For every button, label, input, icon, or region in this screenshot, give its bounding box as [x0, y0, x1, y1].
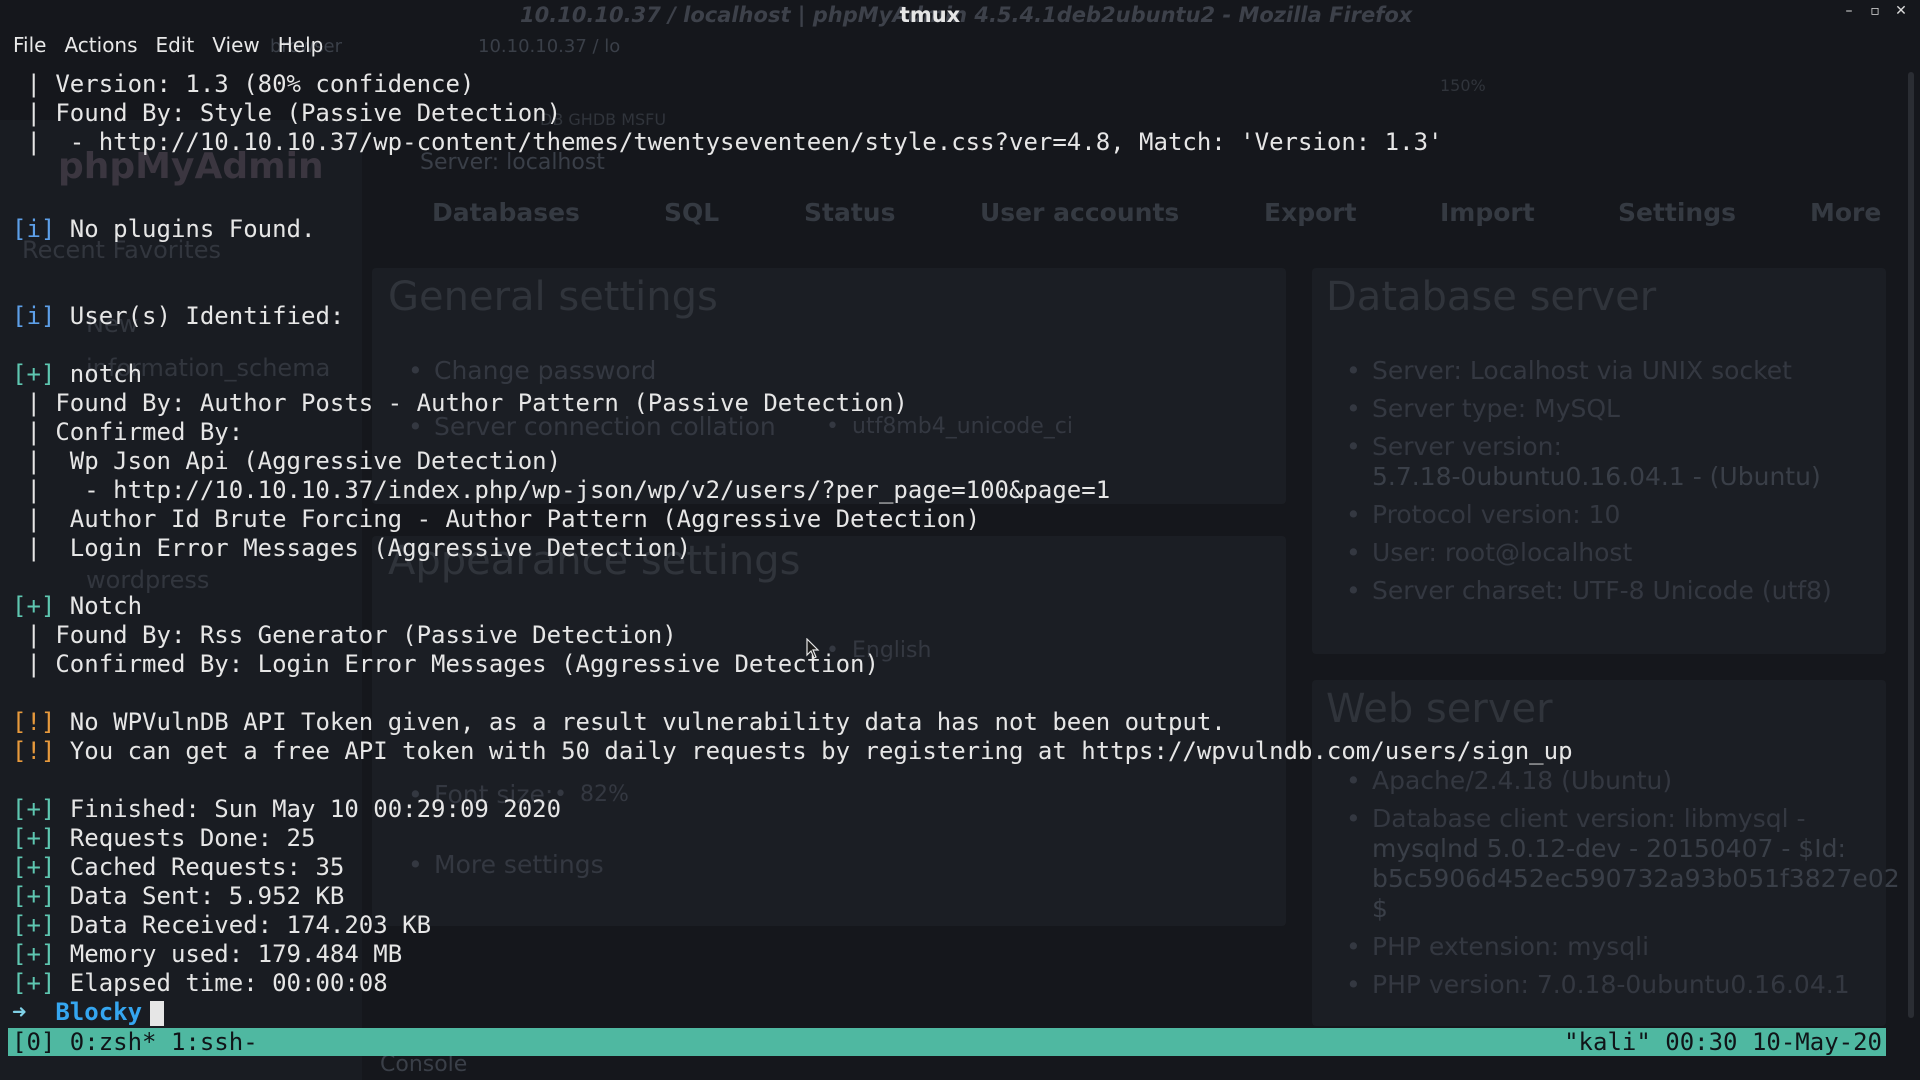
prompt-directory: Blocky	[55, 998, 143, 1026]
maximize-icon[interactable]: ▫	[1868, 4, 1882, 18]
terminal-line: | Login Error Messages (Aggressive Detec…	[12, 534, 1892, 563]
tmux-status-bar: [0] 0:zsh* 1:ssh- "kali" 00:30 10-May-20	[8, 1028, 1886, 1056]
line-text: Notch	[55, 592, 143, 620]
menu-view[interactable]: View	[203, 32, 268, 58]
prompt-arrow-icon: ➜	[12, 998, 27, 1026]
line-prefix: [i]	[12, 215, 56, 243]
mouse-pointer-icon	[806, 638, 820, 659]
text-cursor	[150, 1000, 165, 1026]
line-text: Cached Requests: 35	[55, 853, 345, 881]
terminal-line: [!] You can get a free API token with 50…	[12, 737, 1892, 766]
menu-edit[interactable]: Edit	[147, 32, 204, 58]
terminal-line: [+] Notch	[12, 592, 1892, 621]
terminal-line: | - http://10.10.10.37/index.php/wp-json…	[12, 476, 1892, 505]
tmux-window-list[interactable]: [0] 0:zsh* 1:ssh-	[12, 1028, 258, 1056]
terminal-line: [+] Finished: Sun May 10 00:29:09 2020	[12, 795, 1892, 824]
line-text: No WPVulnDB API Token given, as a result…	[55, 708, 1226, 736]
line-prefix: [+]	[12, 824, 56, 852]
line-text: | Version: 1.3 (80% confidence)	[12, 70, 475, 98]
terminal-line: | Wp Json Api (Aggressive Detection)	[12, 447, 1892, 476]
terminal-line: [+] Elapsed time: 00:00:08	[12, 969, 1892, 998]
terminal-line: [+] Cached Requests: 35	[12, 853, 1892, 882]
terminal-line: | Confirmed By:	[12, 418, 1892, 447]
line-text: No plugins Found.	[55, 215, 316, 243]
line-text: notch	[55, 360, 143, 388]
terminal-line: | Found By: Style (Passive Detection)	[12, 99, 1892, 128]
line-text: Requests Done: 25	[55, 824, 316, 852]
bg-tab-2: 10.10.10.37 / lo	[478, 36, 621, 57]
tmux-status-right: "kali" 00:30 10-May-20	[1564, 1028, 1882, 1056]
terminal-line: | Version: 1.3 (80% confidence)	[12, 70, 1892, 99]
line-text: You can get a free API token with 50 dai…	[55, 737, 1573, 765]
line-prefix: [+]	[12, 795, 56, 823]
terminal-line: [!] No WPVulnDB API Token given, as a re…	[12, 708, 1892, 737]
close-icon[interactable]: ✕	[1894, 4, 1908, 18]
terminal-line: [+] Data Received: 174.203 KB	[12, 911, 1892, 940]
window-controls: – ▫ ✕	[1842, 4, 1908, 18]
line-text: | Login Error Messages (Aggressive Detec…	[12, 534, 692, 562]
shell-prompt[interactable]: ➜ Blocky	[12, 998, 1892, 1027]
line-text: Elapsed time: 00:00:08	[55, 969, 388, 997]
terminal-line: | Found By: Rss Generator (Passive Detec…	[12, 621, 1892, 650]
line-text: | Author Id Brute Forcing - Author Patte…	[12, 505, 981, 533]
line-text: Memory used: 179.484 MB	[55, 940, 403, 968]
line-text: Data Sent: 5.952 KB	[55, 882, 345, 910]
terminal-output[interactable]: | Version: 1.3 (80% confidence) | Found …	[12, 70, 1892, 1030]
line-prefix: [!]	[12, 737, 56, 765]
line-text: | Wp Json Api (Aggressive Detection)	[12, 447, 562, 475]
line-text: Finished: Sun May 10 00:29:09 2020	[55, 795, 562, 823]
window-title: tmux	[899, 3, 961, 27]
terminal-line: [+] notch	[12, 360, 1892, 389]
terminal-line: [+] Requests Done: 25	[12, 824, 1892, 853]
line-prefix: [+]	[12, 853, 56, 881]
terminal-line: | Confirmed By: Login Error Messages (Ag…	[12, 650, 1892, 679]
menu-help[interactable]: Help	[269, 32, 333, 58]
line-text: Data Received: 174.203 KB	[55, 911, 432, 939]
line-text: | - http://10.10.10.37/index.php/wp-json…	[12, 476, 1111, 504]
line-prefix: [+]	[12, 969, 56, 997]
line-text: | Found By: Rss Generator (Passive Detec…	[12, 621, 677, 649]
terminal-line: [i] No plugins Found.	[12, 215, 1892, 244]
terminal-line: [i] User(s) Identified:	[12, 302, 1892, 331]
line-text: | - http://10.10.10.37/wp-content/themes…	[12, 128, 1443, 156]
line-prefix: [+]	[12, 592, 56, 620]
terminal-line: [+] Memory used: 179.484 MB	[12, 940, 1892, 969]
menu-bar: File Actions Edit View Help	[4, 32, 332, 58]
line-prefix: [+]	[12, 360, 56, 388]
line-text: | Confirmed By: Login Error Messages (Ag…	[12, 650, 879, 678]
line-prefix: [+]	[12, 940, 56, 968]
line-prefix: [+]	[12, 911, 56, 939]
terminal-line: | Author Id Brute Forcing - Author Patte…	[12, 505, 1892, 534]
line-text: | Found By: Style (Passive Detection)	[12, 99, 562, 127]
terminal-line: | - http://10.10.10.37/wp-content/themes…	[12, 128, 1892, 157]
title-bar: 10.10.10.37 / localhost | phpMyAdmin 4.5…	[0, 0, 1920, 30]
menu-file[interactable]: File	[4, 32, 55, 58]
line-prefix: [!]	[12, 708, 56, 736]
terminal-line: | Found By: Author Posts - Author Patter…	[12, 389, 1892, 418]
terminal-scrollbar[interactable]	[1908, 72, 1914, 1018]
line-text: | Confirmed By:	[12, 418, 244, 446]
line-text: | Found By: Author Posts - Author Patter…	[12, 389, 908, 417]
line-text: User(s) Identified:	[55, 302, 345, 330]
line-prefix: [+]	[12, 882, 56, 910]
menu-actions[interactable]: Actions	[55, 32, 146, 58]
terminal-line: [+] Data Sent: 5.952 KB	[12, 882, 1892, 911]
minimize-icon[interactable]: –	[1842, 4, 1856, 18]
line-prefix: [i]	[12, 302, 56, 330]
